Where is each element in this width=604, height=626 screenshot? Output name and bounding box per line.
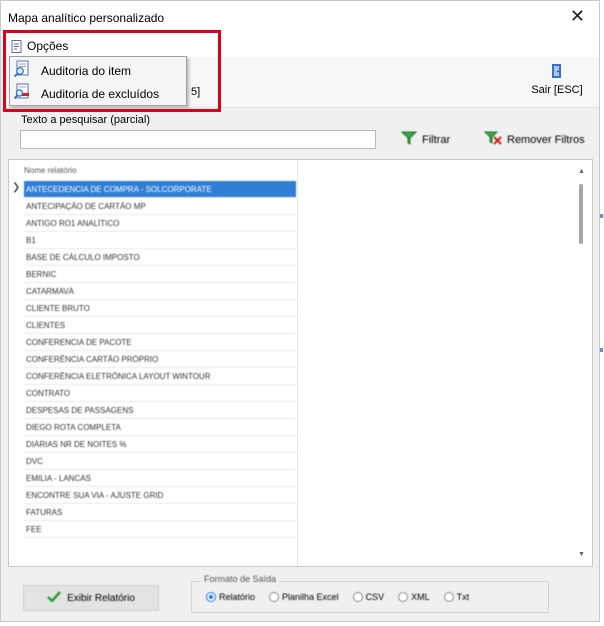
list-item[interactable]: ANTIGO RO1 ANALÍTICO xyxy=(24,215,296,232)
list-item[interactable]: ANTECIPAÇÃO DE CARTÃO MP xyxy=(24,198,296,215)
list-item[interactable]: DVC xyxy=(24,453,296,470)
list-item[interactable]: DIÁRIAS NR DE NOITES % xyxy=(24,436,296,453)
format-radio-relat-rio[interactable]: Relatório xyxy=(206,592,255,602)
background-window-edge xyxy=(600,214,603,218)
scroll-up-icon[interactable]: ▲ xyxy=(578,168,585,175)
list-item[interactable]: FATURAS xyxy=(24,504,296,521)
options-document-icon xyxy=(11,39,23,53)
remover-filtros-button[interactable]: Remover Filtros xyxy=(483,131,585,148)
radio-button-icon[interactable] xyxy=(398,592,409,602)
exit-door-icon xyxy=(550,64,564,82)
list-item[interactable]: CONFERENCIA DE PACOTE xyxy=(24,334,296,351)
toolbar-partial-text: 5] xyxy=(191,86,201,98)
list-item[interactable]: CATARMAVÁ xyxy=(24,283,296,300)
checkmark-icon xyxy=(47,591,62,605)
funnel-icon xyxy=(400,131,418,148)
opcoes-dropdown-menu: Auditoria do item Auditoria de excluídos xyxy=(9,56,187,106)
list-item[interactable]: CONTRATO xyxy=(24,385,296,402)
list-item[interactable]: BERNIC xyxy=(24,266,296,283)
list-item[interactable]: ANTECEDENCIA DE COMPRA - SOLCORPORATE xyxy=(24,181,296,198)
list-item[interactable]: FEE xyxy=(24,521,296,538)
list-item[interactable]: BASE DE CÁLCULO IMPOSTO xyxy=(24,249,296,266)
radio-button-icon[interactable] xyxy=(206,592,216,602)
search-label: Texto a pesquisar (parcial) xyxy=(21,114,151,126)
scroll-down-icon[interactable]: ▼ xyxy=(578,551,585,558)
format-radio-csv[interactable]: CSV xyxy=(352,592,385,602)
menu-item-auditoria-excluidos[interactable]: Auditoria de excluídos xyxy=(10,82,186,105)
list-item[interactable]: CLIENTES xyxy=(24,317,296,334)
menu-bar xyxy=(1,33,599,57)
list-item[interactable]: DESPESAS DE PASSAGENS xyxy=(24,402,296,419)
radio-button-icon[interactable] xyxy=(352,592,363,602)
close-icon[interactable]: ✕ xyxy=(570,7,585,25)
radio-button-icon[interactable] xyxy=(443,592,454,602)
list-item[interactable]: CONFERÊNCIA CARTÃO PRÓPRIO xyxy=(24,351,296,368)
menu-item-auditoria-item[interactable]: Auditoria do item xyxy=(10,59,186,82)
format-radio-label: Relatório xyxy=(219,592,256,602)
filtrar-label: Filtrar xyxy=(422,133,451,146)
search-document-icon xyxy=(13,60,31,81)
sair-button[interactable]: Sair [ESC] xyxy=(529,63,585,96)
title-bar: Mapa analítico personalizado ✕ xyxy=(1,1,599,33)
radio-button-icon[interactable] xyxy=(269,592,280,602)
format-radio-label: XML xyxy=(411,592,430,602)
search-input[interactable] xyxy=(20,130,376,149)
exibir-relatorio-label: Exibir Relatório xyxy=(67,592,135,604)
format-radio-xml[interactable]: XML xyxy=(398,592,430,602)
menu-item-auditoria-item-label: Auditoria do item xyxy=(41,63,132,78)
formato-radio-group: Relatório Planilha Excel CSV XML Txt xyxy=(206,592,469,602)
list-item[interactable]: EMILIA - LANCAS xyxy=(24,470,296,487)
format-radio-label: Txt xyxy=(456,592,470,602)
list-item[interactable]: B1 xyxy=(24,232,296,249)
row-indicator-icon: ❯ xyxy=(12,182,21,193)
format-radio-label: CSV xyxy=(365,592,385,602)
list-rows: ANTECEDENCIA DE COMPRA - SOLCORPORATE ANT… xyxy=(24,181,296,538)
sair-label: Sair [ESC] xyxy=(531,84,583,96)
deleted-audit-icon xyxy=(13,83,31,104)
filtrar-button[interactable]: Filtrar xyxy=(400,131,451,148)
list-item[interactable]: CONFERÊNCIA ELETRÔNICA LAYOUT WINTOUR xyxy=(24,368,296,385)
background-window-edge xyxy=(600,348,603,352)
column-divider xyxy=(297,160,298,566)
list-item[interactable]: ENCONTRE SUA VIA - AJUSTE GRID xyxy=(24,487,296,504)
formato-saida-legend: Formato de Saída xyxy=(201,574,280,584)
format-radio-label: Planilha Excel xyxy=(282,592,339,602)
remover-filtros-label: Remover Filtros xyxy=(507,133,585,146)
vertical-scrollbar[interactable]: ▲ ▼ xyxy=(577,168,586,558)
list-column-header: Nome relatório xyxy=(24,166,77,175)
remove-filter-icon xyxy=(483,131,502,148)
menu-item-auditoria-excluidos-label: Auditoria de excluídos xyxy=(41,86,160,101)
report-list[interactable]: Nome relatório ❯ ANTECEDENCIA DE COMPRA … xyxy=(8,159,593,567)
list-item[interactable]: DIEGO ROTA COMPLETA xyxy=(24,419,296,436)
exibir-relatorio-button[interactable]: Exibir Relatório xyxy=(23,585,159,611)
menu-opcoes-label: Opções xyxy=(27,39,69,53)
format-radio-txt[interactable]: Txt xyxy=(443,592,470,602)
scroll-thumb[interactable] xyxy=(579,184,583,244)
window-title: Mapa analítico personalizado xyxy=(8,11,165,25)
format-radio-planilha-excel[interactable]: Planilha Excel xyxy=(269,592,339,602)
menu-opcoes[interactable]: Opções xyxy=(11,37,68,55)
list-item[interactable]: CLIENTE BRUTO xyxy=(24,300,296,317)
